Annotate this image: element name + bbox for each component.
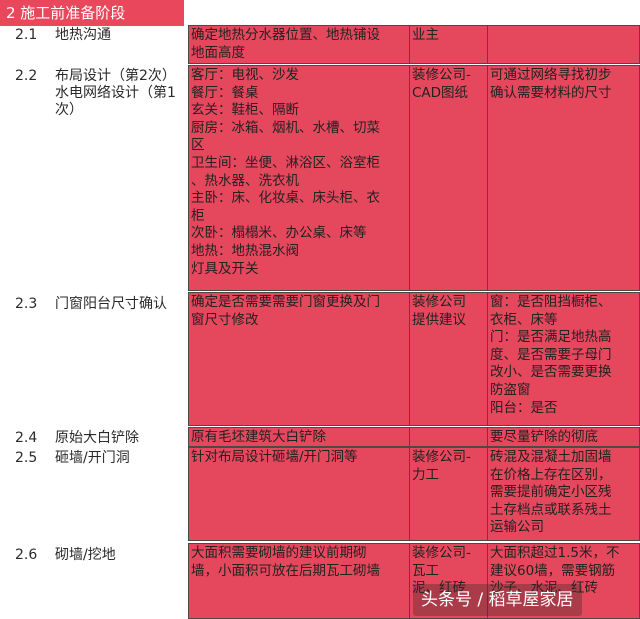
row-title-line: 砌墙/挖地: [55, 547, 116, 563]
party-cell: 装修公司- CAD图纸: [409, 65, 488, 291]
content-line: 次卧：榻榻米、办公桌、床等: [191, 225, 367, 242]
content-line: 大面积需要砌墙的建议前期砌: [191, 545, 367, 561]
note-line: 确认需要材料的尺寸: [490, 84, 612, 101]
party-cell: 业主: [409, 25, 488, 64]
note-line: 改小、是否需要更换: [490, 364, 612, 381]
content-line: 墙，小面积可放在后期瓦工砌墙: [191, 562, 380, 579]
note-line: 防盗窗: [490, 381, 531, 398]
content-line: 卫生间：坐便、淋浴区、浴室柜: [191, 154, 380, 171]
row-number: 2.2: [15, 68, 38, 84]
row-title: 砌墙/挖地: [55, 547, 185, 564]
content-line: 地热：地热混水阀: [191, 242, 299, 259]
document-page: 2 施工前准备阶段 2.1 地热沟通 确定地热分水器位置、地热铺设 地面高度 业…: [0, 0, 640, 619]
content-cell: 大面积需要砌墙的建议前期砌 墙，小面积可放在后期瓦工砌墙: [188, 543, 410, 619]
content-line: 客厅：电视、沙发: [191, 67, 299, 83]
note-line: 在价格上存在区别，: [490, 466, 612, 483]
note-line: 运输公司: [490, 519, 544, 536]
row-number: 2.5: [15, 450, 38, 466]
row-title-line: 次）: [55, 102, 83, 118]
content-line: 针对布局设计砸墙/开门洞等: [191, 449, 358, 465]
party-cell: 装修公司- 力工: [409, 447, 488, 541]
party-line: 力工: [412, 466, 439, 483]
row-number: 2.4: [15, 430, 38, 446]
content-cell: 确定是否需要需要门窗更换及门 窗尺寸修改: [188, 292, 410, 426]
content-line: 窗尺寸修改: [191, 311, 259, 328]
party-line: 装修公司-: [412, 545, 471, 561]
content-line: 原有毛坯建筑大白铲除: [191, 429, 326, 445]
row-title-line: 地热沟通: [55, 27, 111, 43]
note-line: 要尽量铲除的彻底: [490, 429, 598, 445]
note-line: 阳台：是否: [490, 399, 558, 416]
note-line: 衣柜、床等: [490, 311, 558, 328]
note-line: 土存档点或联系残土: [490, 501, 612, 518]
party-line: CAD图纸: [412, 84, 469, 101]
content-line: 厨房：冰箱、烟机、水槽、切菜: [191, 119, 380, 136]
note-line: 大面积超过1.5米，不: [490, 545, 620, 561]
note-cell: 可通过网络寻找初步 确认需要材料的尺寸: [487, 65, 640, 291]
note-cell: 砖混及混凝土加固墙 在价格上存在区别， 需要提前确定小区残 土存档点或联系残土 …: [487, 447, 640, 541]
note-line: 建议60墙，需要钢筋: [490, 562, 616, 579]
note-line: 需要提前确定小区残: [490, 484, 612, 501]
note-line: 可通过网络寻找初步: [490, 67, 612, 83]
row-title-line: 砸墙/开门洞: [55, 450, 130, 466]
content-line: 确定地热分水器位置、地热铺设: [191, 27, 380, 43]
party-line: 瓦工: [412, 562, 439, 579]
row-number: 2.1: [15, 27, 38, 43]
party-cell: [409, 427, 488, 447]
content-line: 区: [191, 137, 205, 154]
row-title: 布局设计（第2次） 水电网络设计（第1 次）: [55, 68, 185, 119]
section-title: 2 施工前准备阶段: [0, 0, 184, 26]
note-line: 门：是否满足地热高: [490, 329, 612, 346]
watermark: 头条号 / 稻草屋家居: [413, 584, 582, 616]
row-title: 门窗阳台尺寸确认: [55, 296, 185, 313]
note-cell: 要尽量铲除的彻底: [487, 427, 640, 447]
row-number: 2.3: [15, 296, 38, 312]
note-line: 砖混及混凝土加固墙: [490, 449, 612, 465]
row-title: 地热沟通: [55, 27, 185, 44]
note-line: 窗：是否阻挡橱柜、: [490, 294, 612, 310]
row-title: 砸墙/开门洞: [55, 450, 185, 467]
content-cell: 客厅：电视、沙发 餐厅：餐桌 玄关：鞋柜、隔断 厨房：冰箱、烟机、水槽、切菜 区…: [188, 65, 410, 291]
note-cell: [487, 25, 640, 64]
content-cell: 原有毛坯建筑大白铲除: [188, 427, 410, 447]
row-title-line: 布局设计（第2次）: [55, 68, 176, 84]
row-title: 原始大白铲除: [55, 430, 185, 447]
note-cell: 窗：是否阻挡橱柜、 衣柜、床等 门：是否满足地热高 度、是否需要子母门 改小、是…: [487, 292, 640, 426]
content-line: 地面高度: [191, 44, 245, 61]
content-line: 餐厅：餐桌: [191, 84, 259, 101]
row-title-line: 门窗阳台尺寸确认: [55, 296, 167, 312]
content-line: 玄关：鞋柜、隔断: [191, 102, 299, 119]
party-line: 业主: [412, 27, 439, 43]
party-cell: 装修公司 提供建议: [409, 292, 488, 426]
row-title-line: 原始大白铲除: [55, 430, 139, 446]
party-line: 提供建议: [412, 311, 466, 328]
row-title-line: 水电网络设计（第1: [55, 85, 176, 101]
content-line: 主卧：床、化妆桌、床头柜、衣: [191, 190, 380, 207]
content-line: 灯具及开关: [191, 260, 259, 277]
content-cell: 确定地热分水器位置、地热铺设 地面高度: [188, 25, 410, 64]
note-line: 度、是否需要子母门: [490, 346, 612, 363]
party-line: 装修公司-: [412, 449, 471, 465]
content-cell: 针对布局设计砸墙/开门洞等: [188, 447, 410, 541]
content-line: 、热水器、洗衣机: [191, 172, 299, 189]
content-line: 确定是否需要需要门窗更换及门: [191, 294, 380, 310]
party-line: 装修公司: [412, 294, 466, 310]
content-line: 柜: [191, 207, 205, 224]
party-line: 装修公司-: [412, 67, 471, 83]
row-number: 2.6: [15, 547, 38, 563]
